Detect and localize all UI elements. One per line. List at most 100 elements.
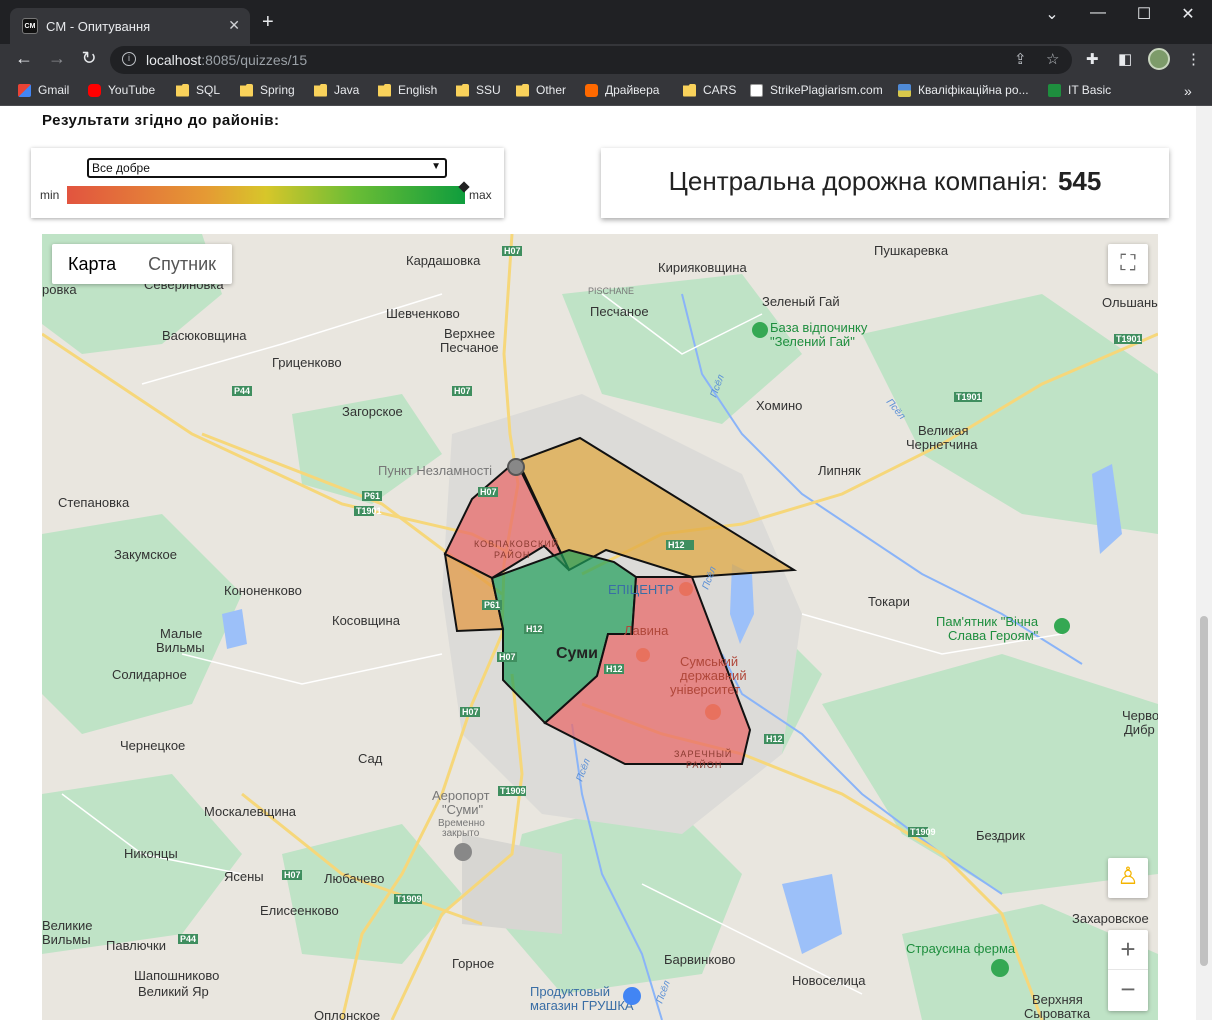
poi-label: "Суми" [442, 802, 484, 817]
road-tag: T1901 [956, 392, 982, 402]
answer-select[interactable]: Все добре ▼ [87, 158, 447, 178]
folder-icon [456, 83, 469, 97]
browser-toolbar: ← → ↻ i localhost:8085/quizzes/15 ⇪ ☆ ✚ … [0, 44, 1212, 76]
map-type-control: Карта Спутник [52, 244, 233, 284]
profile-avatar[interactable] [1148, 48, 1170, 70]
bookmark-cars[interactable]: CARS [683, 83, 736, 97]
forward-arrow-icon[interactable]: → [45, 48, 69, 69]
zoom-out-button[interactable]: − [1108, 970, 1148, 1010]
place-label: Малые [160, 626, 202, 641]
poi-label: Лавина [624, 623, 669, 638]
place-label: Солидарное [112, 667, 187, 682]
district-label: РАЙОН [494, 549, 530, 560]
place-label: Верхняя [1032, 992, 1083, 1007]
scrollbar-thumb[interactable] [1200, 616, 1208, 966]
company-label: Центральна дорожна компанія: [668, 166, 1048, 196]
bookmark-ssu[interactable]: SSU [456, 83, 501, 97]
place-label: Песчаное [590, 304, 649, 319]
place-label: Вильмы [42, 932, 91, 947]
close-window-icon[interactable]: ✕ [1168, 4, 1208, 24]
minimize-icon[interactable]: — [1078, 4, 1118, 22]
mi-icon [585, 83, 598, 97]
shopping-icon [679, 582, 693, 596]
road-tag: P44 [234, 386, 250, 396]
place-label: Васюковщина [162, 328, 247, 343]
page-content: Результати згідно до районів: Все добре … [0, 106, 1212, 1020]
browser-tab[interactable]: CM CM - Опитування ✕ [10, 8, 250, 44]
bookmark-drivers[interactable]: Драйвера [585, 83, 659, 97]
new-tab-icon[interactable]: + [262, 12, 274, 32]
tab-favicon: CM [22, 18, 38, 34]
bookmark-java[interactable]: Java [314, 83, 359, 97]
folder-icon [240, 83, 253, 97]
place-label: Шапошниково [134, 968, 219, 983]
road-tag: T1909 [396, 894, 422, 904]
bookmark-strikeplagiarism[interactable]: StrikePlagiarism.com [750, 83, 883, 97]
road-tag: T1901 [1116, 334, 1142, 344]
place-label: Червоне [1122, 708, 1158, 723]
monument-icon [1054, 618, 1070, 634]
place-label: Хомино [756, 398, 802, 413]
share-icon[interactable]: ⇪ [1014, 50, 1027, 68]
map-type-map-button[interactable]: Карта [52, 244, 132, 284]
extensions-icon[interactable]: ✚ [1086, 50, 1099, 68]
poi-label: "Зелений Гай" [770, 334, 855, 349]
chevron-down-icon: ▼ [431, 161, 441, 172]
road-tag: T1909 [910, 827, 936, 837]
place-label: Чернетчина [906, 437, 978, 452]
place-label: Кардашовка [406, 253, 481, 268]
poi-label: Слава Героям" [948, 628, 1039, 643]
road-tag: P44 [180, 934, 196, 944]
cart-icon [623, 987, 641, 1005]
legend-min-label: min [40, 188, 60, 202]
bookmark-other[interactable]: Other [516, 83, 566, 97]
poi-label: Продуктовый [530, 984, 610, 999]
place-label: Кирияковщина [658, 260, 747, 275]
youtube-icon [88, 83, 101, 97]
place-label: Никонцы [124, 846, 178, 861]
side-panel-icon[interactable]: ◧ [1118, 50, 1132, 68]
zoom-control: + − [1108, 930, 1148, 1011]
bookmark-youtube[interactable]: YouTube [88, 83, 155, 97]
maximize-icon[interactable]: ☐ [1124, 4, 1164, 24]
tab-search-chevron-icon[interactable]: ⌄ [1032, 4, 1072, 24]
bookmark-qualification[interactable]: Кваліфікаційна ро... [898, 83, 1029, 97]
place-label: Елисеенково [260, 903, 339, 918]
title-bar: CM CM - Опитування ✕ + ⌄ — ☐ ✕ [0, 0, 1212, 44]
place-label: Сыроватка [1024, 1006, 1091, 1020]
bookmark-spring[interactable]: Spring [240, 83, 295, 97]
zoom-in-button[interactable]: + [1108, 930, 1148, 970]
reload-icon[interactable]: ↻ [77, 48, 101, 69]
bookmark-star-icon[interactable]: ☆ [1046, 50, 1059, 68]
road-tag: H07 [504, 246, 521, 256]
place-label: Загорское [342, 404, 403, 419]
place-label: Великая [918, 423, 969, 438]
section-title: Результати згідно до районів: [42, 112, 280, 129]
address-bar[interactable]: i localhost:8085/quizzes/15 ⇪ ☆ [110, 46, 1072, 74]
place-label: Шевченково [386, 306, 460, 321]
road-tag: H07 [462, 707, 479, 717]
tab-close-icon[interactable]: ✕ [228, 17, 240, 34]
poi-label: університет [670, 682, 740, 697]
bookmark-gmail[interactable]: Gmail [18, 83, 69, 97]
pegman-icon[interactable]: ♙ [1108, 858, 1148, 898]
road-tag: T1909 [500, 786, 526, 796]
map-canvas[interactable]: H07 H07 H07 H07 H07 H07 P44 P44 P61 T190… [42, 234, 1158, 1020]
map-type-satellite-button[interactable]: Спутник [132, 244, 232, 284]
poi-label: База відпочинку [770, 320, 868, 335]
bookmark-english[interactable]: English [378, 83, 437, 97]
back-arrow-icon[interactable]: ← [12, 48, 36, 69]
menu-kebab-icon[interactable]: ⋮ [1186, 50, 1201, 68]
page-scrollbar[interactable] [1196, 106, 1212, 1020]
bookmark-sql[interactable]: SQL [176, 83, 220, 97]
bookmark-it-basic[interactable]: IT Basic [1048, 83, 1111, 97]
tab-title: CM - Опитування [46, 18, 151, 34]
fullscreen-icon[interactable]: ⛶ [1108, 244, 1148, 284]
legend-max-label: max [469, 188, 492, 202]
place-label: Любачево [324, 871, 384, 886]
district-label: РАЙОН [686, 759, 722, 770]
site-info-icon[interactable]: i [122, 52, 136, 66]
bookmarks-overflow-icon[interactable]: » [1184, 83, 1192, 99]
map[interactable]: H07 H07 H07 H07 H07 H07 P44 P44 P61 T190… [42, 234, 1158, 1020]
filter-card: Все добре ▼ min max [31, 148, 504, 218]
